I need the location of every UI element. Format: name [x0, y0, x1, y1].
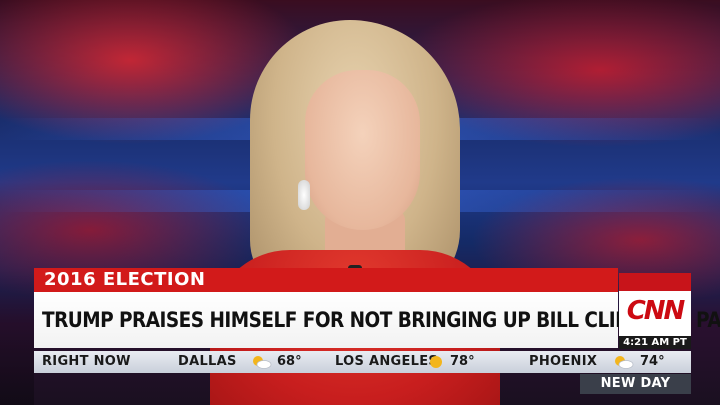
ticker-temp: 78°: [450, 354, 475, 369]
topic-tag: 2016 ELECTION: [44, 269, 206, 290]
video-frame: 2016 ELECTION TRUMP PRAISES HIMSELF FOR …: [0, 0, 720, 405]
ticker-temp: 68°: [277, 354, 302, 369]
sunny-icon: [430, 356, 442, 368]
ticker-city: PHOENIX: [529, 354, 598, 369]
ticker-city: DALLAS: [178, 354, 237, 369]
ticker-label: RIGHT NOW: [42, 354, 131, 369]
partly-sunny-icon: [253, 356, 272, 369]
headline: TRUMP PRAISES HIMSELF FOR NOT BRINGING U…: [42, 308, 720, 332]
left-shadow: [0, 268, 34, 405]
ticker-temp: 74°: [640, 354, 665, 369]
guest-face: [305, 70, 420, 230]
ticker-city: LOS ANGELES: [335, 354, 439, 369]
network-logo-text: CNN: [626, 296, 686, 326]
partly-sunny-icon: [615, 356, 634, 369]
show-name: NEW DAY: [600, 376, 671, 391]
guest-earring: [298, 180, 310, 210]
clock-time: 4:21 AM PT: [623, 337, 687, 348]
